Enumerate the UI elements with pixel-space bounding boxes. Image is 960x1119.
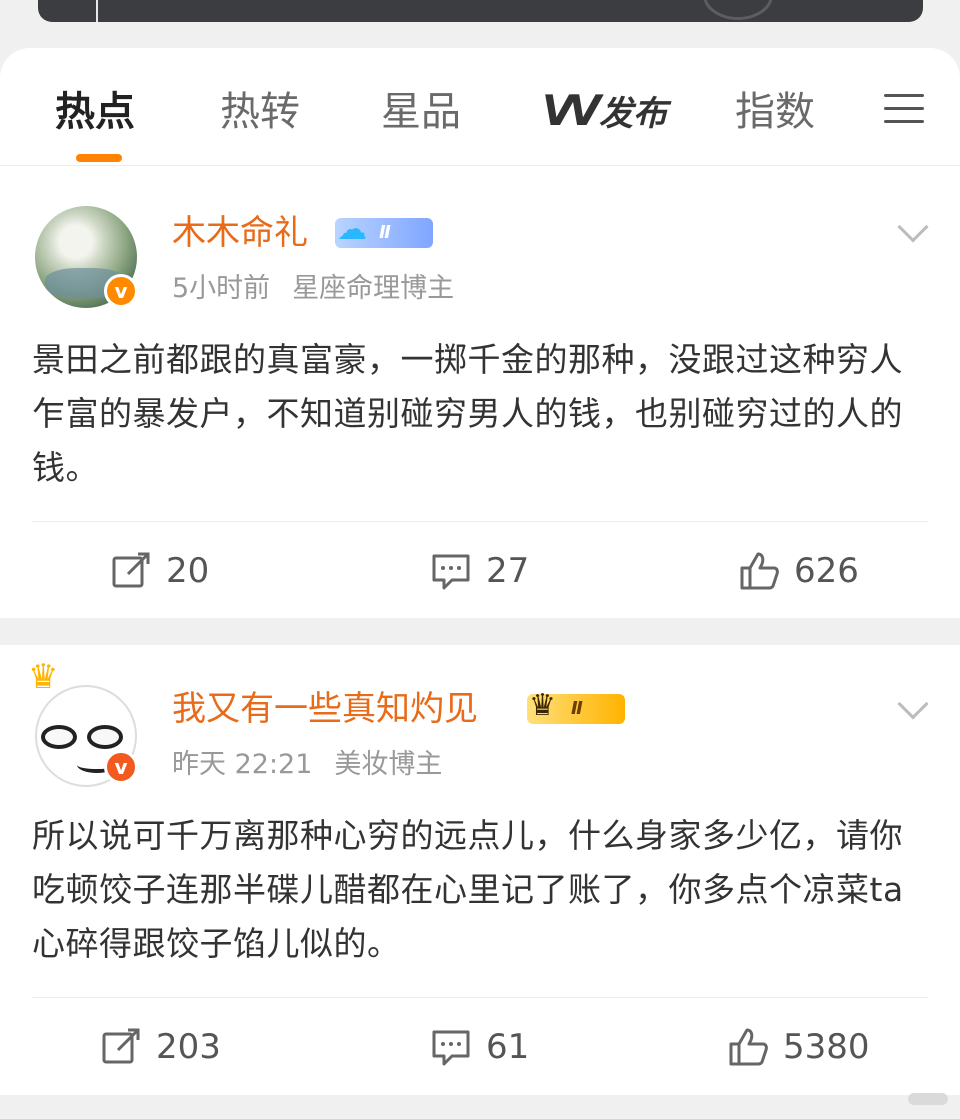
- post-actions: 20 27 626: [0, 541, 960, 601]
- comment-button[interactable]: 61: [430, 1017, 529, 1077]
- username[interactable]: 我又有一些真知灼见: [172, 687, 478, 731]
- tab-hot-repost[interactable]: 热转: [220, 88, 300, 136]
- post-meta: 5小时前 星座命理博主: [172, 272, 454, 306]
- chevron-down-icon[interactable]: [897, 211, 929, 243]
- post-text: 所以说可千万离那种心穷的远点儿，什么身家多少亿，请你吃顿饺子连那半碟儿醋都在心里…: [32, 816, 904, 963]
- top-banner-image: [38, 0, 923, 22]
- tab-bar: 热点 热转 星品 VV 发布 指数: [0, 48, 960, 166]
- banner-wheel-shape: [703, 0, 773, 20]
- menu-icon[interactable]: [884, 94, 924, 124]
- level-label: Ⅱ: [379, 222, 391, 243]
- username[interactable]: 木木命礼: [172, 211, 308, 255]
- tab-v-publish-label: 发布: [599, 93, 668, 134]
- like-icon: [729, 1028, 768, 1066]
- user-category: 星座命理博主: [292, 273, 455, 304]
- banner-divider: [96, 0, 98, 22]
- crown-badge-icon: ♛: [529, 688, 556, 723]
- avatar-eye: [87, 725, 123, 749]
- comment-count: 27: [486, 551, 530, 591]
- crown-icon: ♛: [28, 657, 59, 697]
- active-tab-indicator: [76, 154, 122, 162]
- comment-icon: [432, 554, 470, 590]
- v-logo-icon: VV: [542, 85, 601, 135]
- chevron-down-icon[interactable]: [897, 688, 929, 720]
- post-actions: 203 61 5380: [0, 1017, 960, 1077]
- avatar-eye: [41, 725, 77, 749]
- comment-button[interactable]: 27: [430, 541, 529, 601]
- like-button[interactable]: 626: [738, 541, 859, 601]
- post-time: 5小时前: [172, 273, 271, 304]
- repost-button[interactable]: 20: [110, 541, 209, 601]
- feed-panel: 热点 热转 星品 VV 发布 指数 v 木木命礼 ☁ Ⅱ 5小时前 星座命理博主 …: [0, 48, 960, 618]
- repost-count: 203: [156, 1027, 221, 1067]
- divider: [32, 997, 928, 998]
- tab-star-product[interactable]: 星品: [381, 88, 461, 136]
- like-count: 5380: [783, 1027, 870, 1067]
- user-category: 美妆博主: [334, 749, 443, 780]
- brain-icon: ☁: [337, 212, 367, 247]
- like-icon: [740, 552, 779, 590]
- level-label: Ⅱ: [571, 698, 583, 719]
- verified-badge-icon: v: [104, 750, 138, 784]
- verified-badge-icon: v: [104, 274, 138, 308]
- repost-icon: [112, 552, 150, 588]
- post-time: 昨天 22:21: [172, 749, 313, 780]
- tab-hot[interactable]: 热点: [55, 88, 135, 136]
- comment-icon: [432, 1030, 470, 1066]
- divider: [32, 521, 928, 522]
- repost-icon: [102, 1028, 140, 1064]
- member-level-badge[interactable]: ♛ Ⅱ: [527, 688, 625, 724]
- watermark-pill: [908, 1093, 948, 1105]
- repost-count: 20: [166, 551, 210, 591]
- repost-button[interactable]: 203: [100, 1017, 221, 1077]
- tab-index[interactable]: 指数: [735, 88, 815, 136]
- post-text: 景田之前都跟的真富豪，一掷千金的那种，没跟过这种穷人乍富的暴发户，不知道别碰穷男…: [32, 340, 903, 487]
- tab-v-publish[interactable]: VV 发布: [542, 85, 668, 135]
- comment-count: 61: [486, 1027, 530, 1067]
- like-button[interactable]: 5380: [727, 1017, 870, 1077]
- feed-panel-2: ♛ v 我又有一些真知灼见 ♛ Ⅱ 昨天 22:21 美妆博主 所以说可千万离那种…: [0, 645, 960, 1095]
- member-level-badge[interactable]: ☁ Ⅱ: [335, 212, 433, 248]
- like-count: 626: [794, 551, 859, 591]
- post-meta: 昨天 22:21 美妆博主: [172, 748, 442, 782]
